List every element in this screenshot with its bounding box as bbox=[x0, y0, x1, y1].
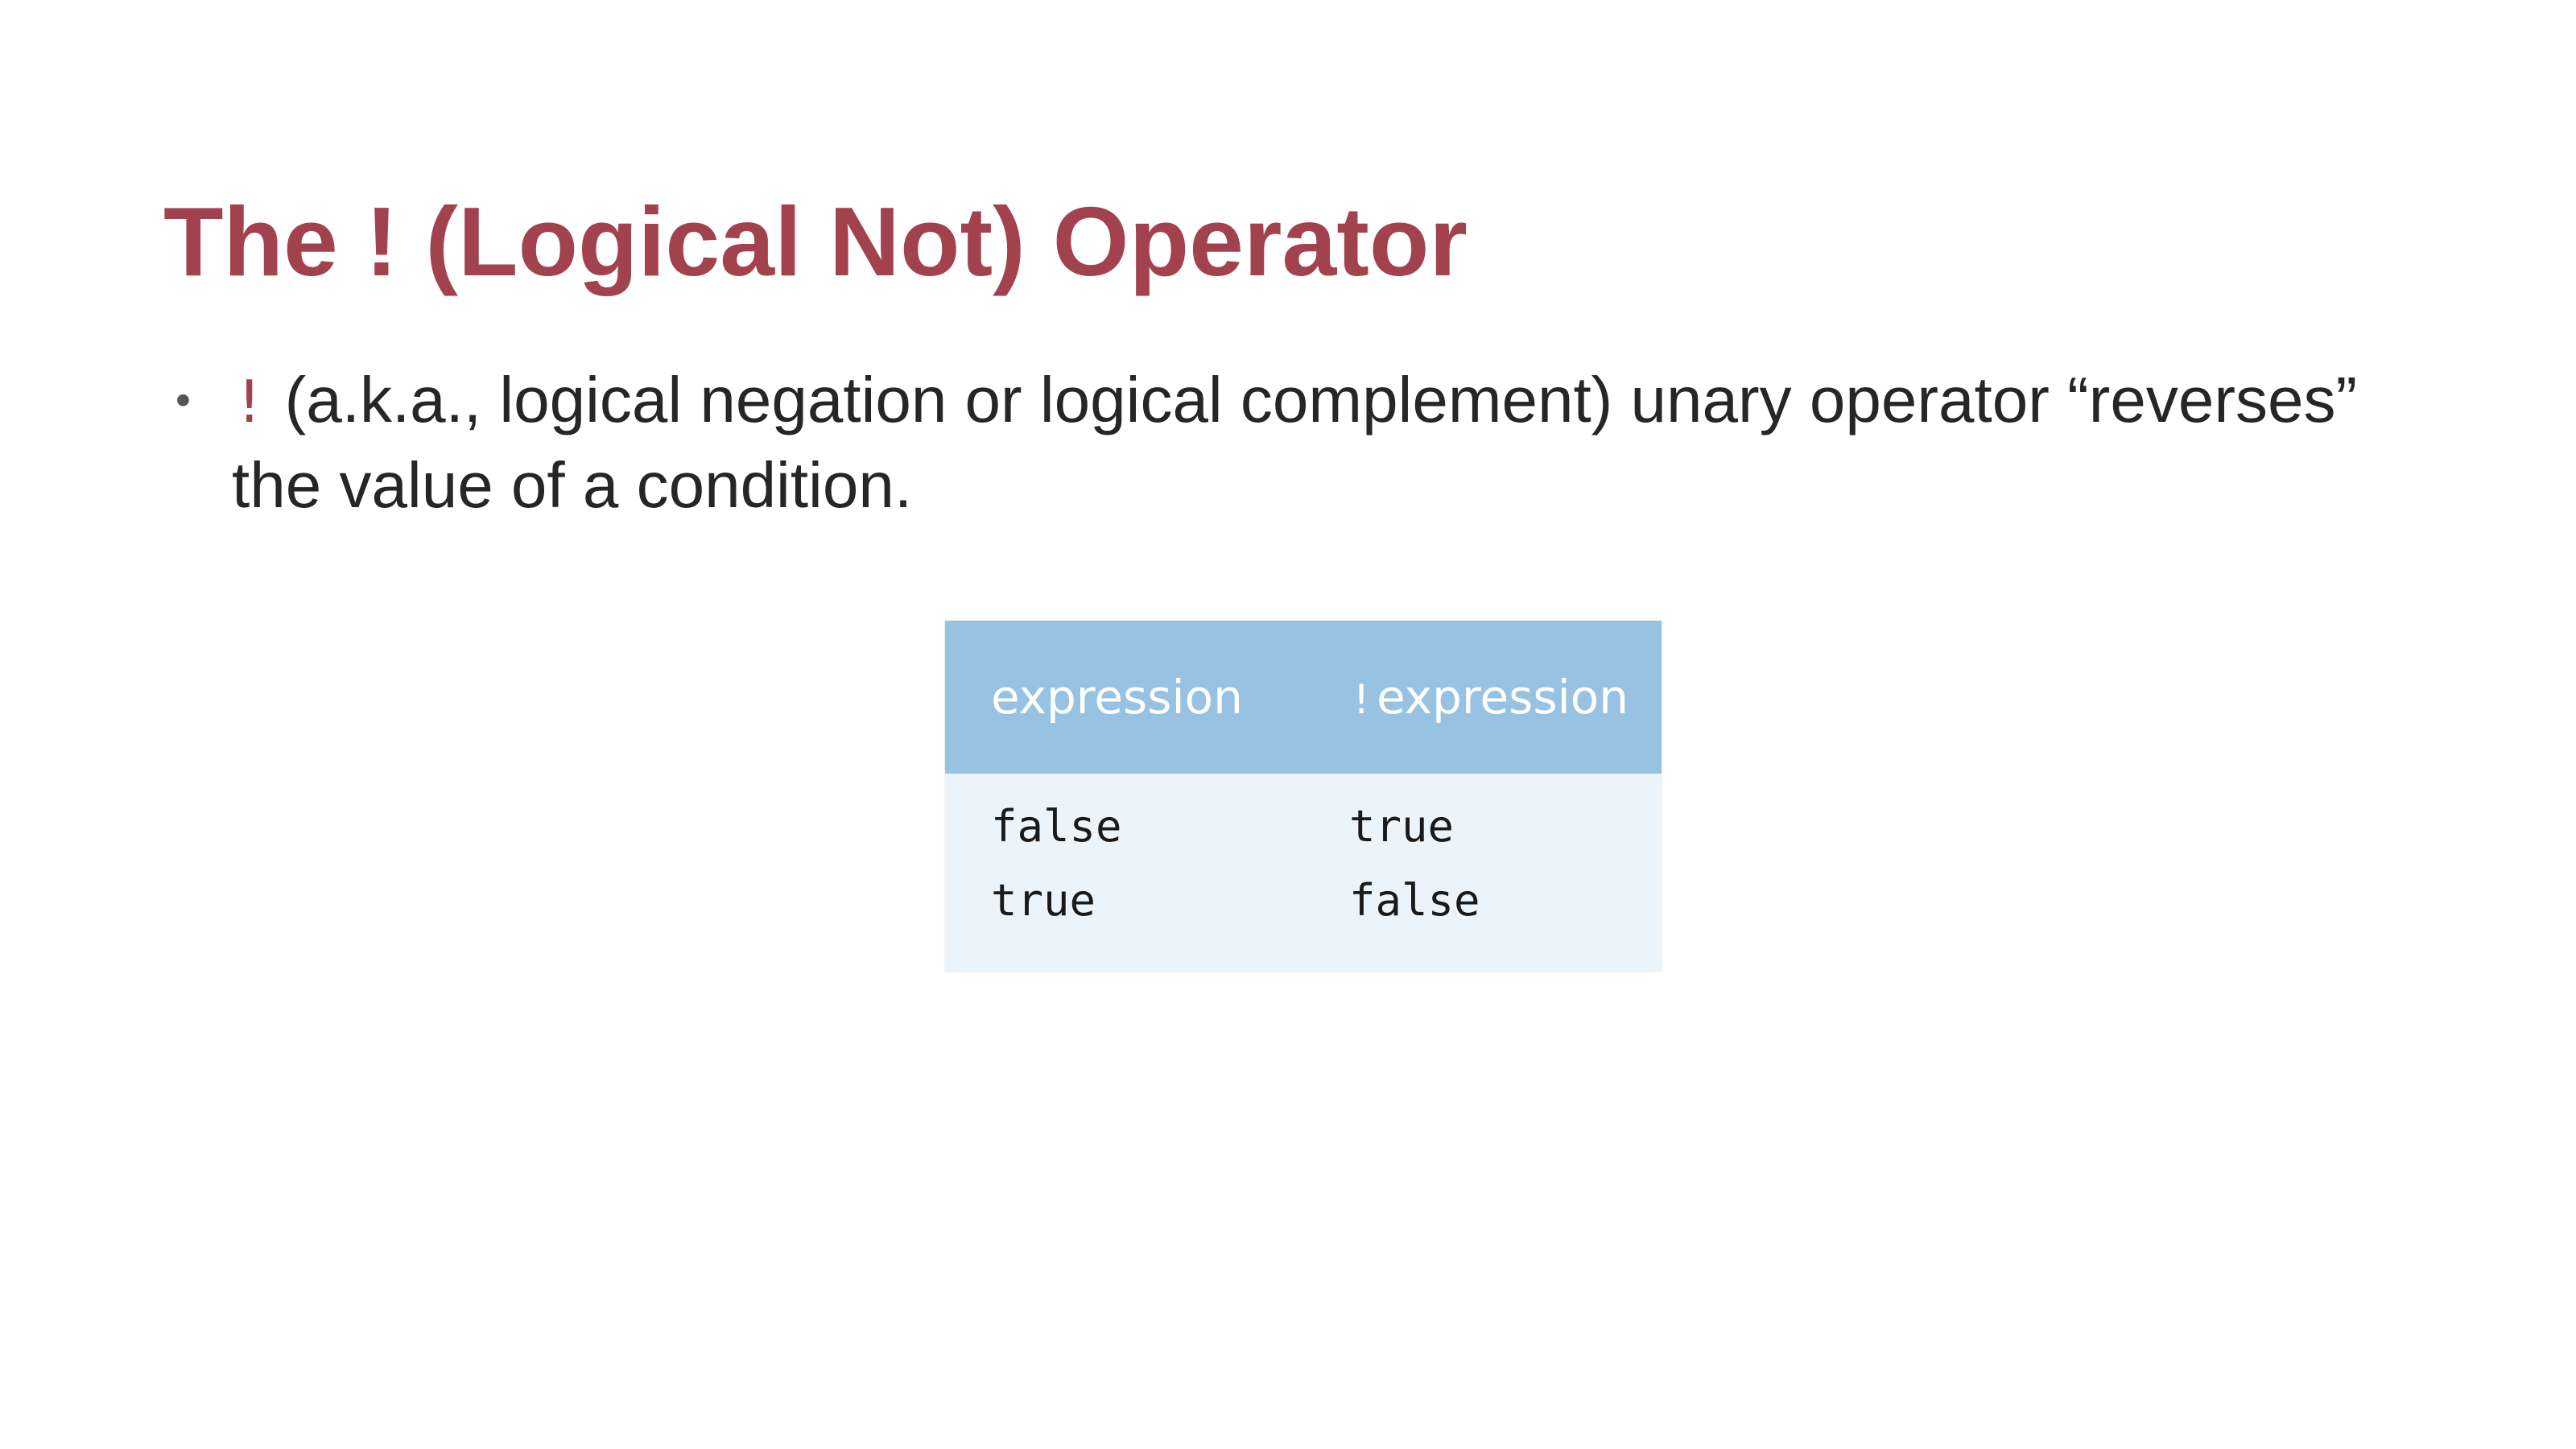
header-not-expression-label: expression bbox=[1377, 670, 1629, 724]
table-header: expression !expression bbox=[945, 621, 1662, 774]
bullet-dot-icon: • bbox=[175, 376, 191, 424]
table-row: false true bbox=[945, 790, 1662, 864]
cell-expression: false bbox=[991, 801, 1122, 852]
bullet-list: • ! (a.k.a., logical negation or logical… bbox=[175, 358, 2429, 527]
slide-title: The ! (Logical Not) Operator bbox=[163, 187, 1468, 296]
header-not-symbol: ! bbox=[1349, 676, 1374, 723]
cell-not-expression: true bbox=[1349, 801, 1455, 852]
table-row: true false bbox=[945, 864, 1662, 938]
truth-table: expression !expression false true true f… bbox=[945, 621, 1662, 972]
bullet-item: • ! (a.k.a., logical negation or logical… bbox=[175, 358, 2429, 527]
not-operator-symbol: ! bbox=[232, 368, 267, 436]
slide: The ! (Logical Not) Operator • ! (a.k.a.… bbox=[0, 0, 2576, 1449]
cell-expression: true bbox=[991, 875, 1096, 926]
table-body: false true true false bbox=[945, 774, 1662, 972]
header-expression: expression bbox=[991, 670, 1243, 724]
bullet-text: (a.k.a., logical negation or logical com… bbox=[232, 364, 2358, 521]
header-not-expression: !expression bbox=[1349, 621, 1629, 774]
cell-not-expression: false bbox=[1349, 875, 1480, 926]
